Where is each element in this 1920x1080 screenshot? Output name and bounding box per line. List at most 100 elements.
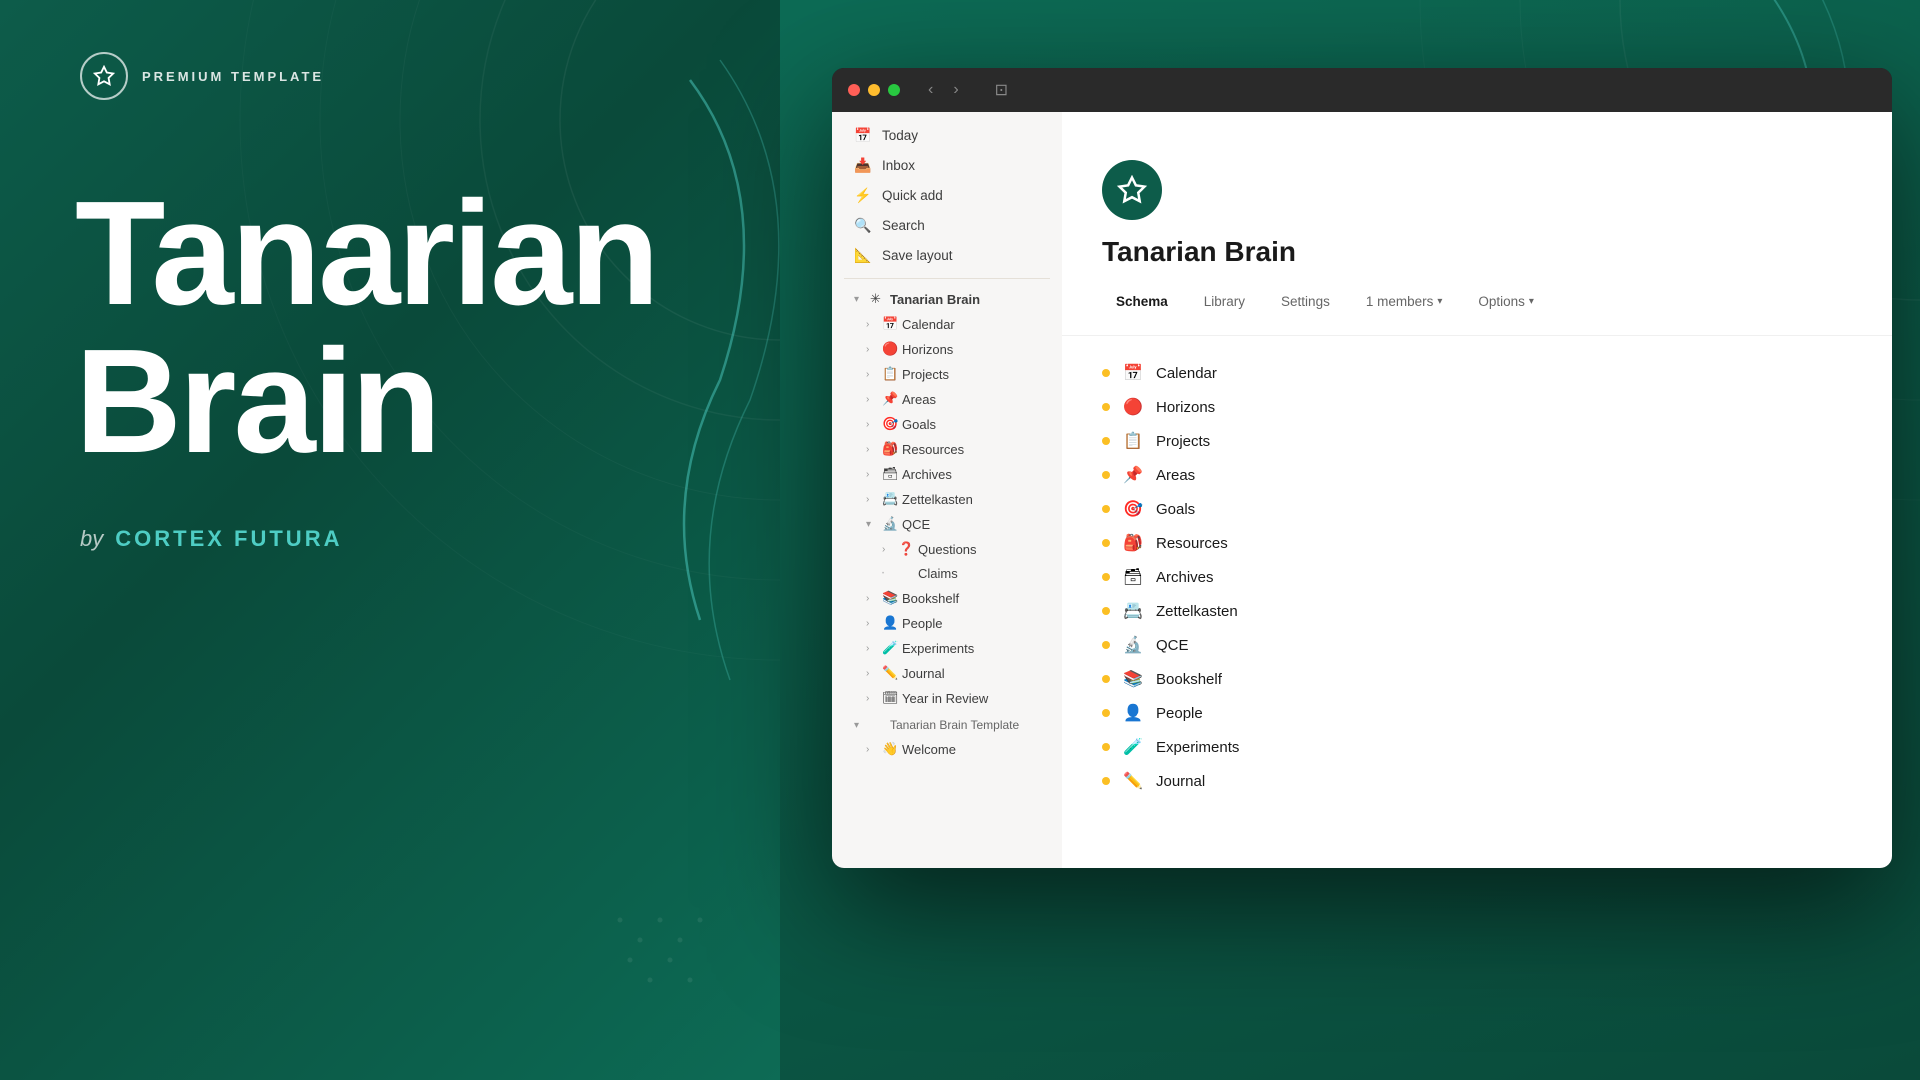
sidebar-toggle-button[interactable]: ⊡ bbox=[995, 80, 1008, 100]
archives-emoji: 🗃 bbox=[882, 466, 902, 482]
list-item-experiments[interactable]: 🧪 Experiments bbox=[1102, 730, 1852, 764]
people-label: People bbox=[902, 616, 1046, 631]
workspace-name: Tanarian Brain bbox=[1102, 236, 1852, 268]
chevron-yearinreview: › bbox=[866, 693, 882, 704]
journal-label: Journal bbox=[902, 666, 1046, 681]
tab-library[interactable]: Library bbox=[1190, 288, 1259, 315]
areas-label: Areas bbox=[902, 392, 1046, 407]
bullet-people bbox=[1102, 709, 1110, 717]
tree-item-bookshelf[interactable]: › 📚 Bookshelf bbox=[838, 586, 1056, 610]
options-button[interactable]: Options ▾ bbox=[1464, 288, 1548, 315]
list-item-qce[interactable]: 🔬 QCE bbox=[1102, 628, 1852, 662]
tree-item-qce[interactable]: ▾ 🔬 QCE bbox=[838, 512, 1056, 536]
name-projects: Projects bbox=[1156, 433, 1210, 450]
list-item-resources[interactable]: 🎒 Resources bbox=[1102, 526, 1852, 560]
list-item-calendar[interactable]: 📅 Calendar bbox=[1102, 356, 1852, 390]
quickadd-label: Quick add bbox=[882, 188, 943, 203]
bullet-calendar bbox=[1102, 369, 1110, 377]
yearinreview-label: Year in Review bbox=[902, 691, 1046, 706]
questions-emoji: ❓ bbox=[898, 541, 918, 557]
calendar-label: Calendar bbox=[902, 317, 1046, 332]
list-item-goals[interactable]: 🎯 Goals bbox=[1102, 492, 1852, 526]
badge-text: PREMIUM TEMPLATE bbox=[142, 69, 324, 84]
tab-schema[interactable]: Schema bbox=[1102, 288, 1182, 315]
tree-item-archives[interactable]: › 🗃 Archives bbox=[838, 462, 1056, 486]
list-item-zettelkasten[interactable]: 📇 Zettelkasten bbox=[1102, 594, 1852, 628]
sidebar-nav-savelayout[interactable]: 📐 Save layout bbox=[838, 241, 1056, 270]
bullet-projects bbox=[1102, 437, 1110, 445]
name-calendar: Calendar bbox=[1156, 365, 1217, 382]
traffic-light-yellow[interactable] bbox=[868, 84, 880, 96]
list-item-archives[interactable]: 🗃 Archives bbox=[1102, 560, 1852, 594]
chevron-welcome: › bbox=[866, 744, 882, 755]
list-item-bookshelf[interactable]: 📚 Bookshelf bbox=[1102, 662, 1852, 696]
today-label: Today bbox=[882, 128, 918, 143]
tree-item-areas[interactable]: › 📌 Areas bbox=[838, 387, 1056, 411]
tree-item-experiments[interactable]: › 🧪 Experiments bbox=[838, 636, 1056, 660]
name-zettelkasten: Zettelkasten bbox=[1156, 603, 1238, 620]
chevron-template: ▾ bbox=[854, 720, 870, 731]
inbox-label: Inbox bbox=[882, 158, 915, 173]
tree-item-questions[interactable]: › ❓ Questions bbox=[838, 537, 1056, 561]
chevron-qce: ▾ bbox=[866, 519, 882, 530]
tree-item-workspace[interactable]: ▾ ✳ Tanarian Brain bbox=[838, 287, 1056, 311]
back-button[interactable]: ‹ bbox=[928, 81, 933, 99]
icon-journal: ✏️ bbox=[1122, 771, 1144, 791]
name-experiments: Experiments bbox=[1156, 739, 1239, 756]
chevron-people: › bbox=[866, 618, 882, 629]
chevron-projects: › bbox=[866, 369, 882, 380]
icon-calendar: 📅 bbox=[1122, 363, 1144, 383]
icon-qce: 🔬 bbox=[1122, 635, 1144, 655]
welcome-emoji: 👋 bbox=[882, 741, 902, 757]
chevron-goals: › bbox=[866, 419, 882, 430]
sidebar-nav-today[interactable]: 📅 Today bbox=[838, 121, 1056, 150]
traffic-light-green[interactable] bbox=[888, 84, 900, 96]
tree-item-people[interactable]: › 👤 People bbox=[838, 611, 1056, 635]
list-item-people[interactable]: 👤 People bbox=[1102, 696, 1852, 730]
tree-item-resources[interactable]: › 🎒 Resources bbox=[838, 437, 1056, 461]
chevron-archives: › bbox=[866, 469, 882, 480]
sidebar-nav-quickadd[interactable]: ⚡ Quick add bbox=[838, 181, 1056, 210]
tree-item-yearinreview[interactable]: › 🗓 Year in Review bbox=[838, 686, 1056, 710]
tab-settings[interactable]: Settings bbox=[1267, 288, 1344, 315]
tree-item-welcome[interactable]: › 👋 Welcome bbox=[838, 737, 1056, 761]
tree-item-journal[interactable]: › ✏️ Journal bbox=[838, 661, 1056, 685]
icon-areas: 📌 bbox=[1122, 465, 1144, 485]
archives-label: Archives bbox=[902, 467, 1046, 482]
bullet-resources bbox=[1102, 539, 1110, 547]
chevron-questions: › bbox=[882, 544, 898, 555]
goals-emoji: 🎯 bbox=[882, 416, 902, 432]
tree-item-calendar[interactable]: › 📅 Calendar bbox=[838, 312, 1056, 336]
tree-item-horizons[interactable]: › 🔴 Horizons bbox=[838, 337, 1056, 361]
questions-label: Questions bbox=[918, 542, 1046, 557]
tree-item-zettelkasten[interactable]: › 📇 Zettelkasten bbox=[838, 487, 1056, 511]
tree-item-claims[interactable]: • Claims bbox=[838, 562, 1056, 585]
app-body: 📅 Today 📥 Inbox ⚡ Quick add 🔍 Search 📐 bbox=[832, 112, 1892, 868]
bullet-areas bbox=[1102, 471, 1110, 479]
main-title: Tanarian Brain bbox=[0, 100, 780, 476]
traffic-light-red[interactable] bbox=[848, 84, 860, 96]
journal-emoji: ✏️ bbox=[882, 665, 902, 681]
members-button[interactable]: 1 members ▾ bbox=[1352, 288, 1457, 315]
list-item-horizons[interactable]: 🔴 Horizons bbox=[1102, 390, 1852, 424]
title-bar: ‹ › ⊡ bbox=[832, 68, 1892, 112]
tree-item-goals[interactable]: › 🎯 Goals bbox=[838, 412, 1056, 436]
tree-item-template[interactable]: ▾ Tanarian Brain Template bbox=[838, 714, 1056, 736]
template-label: Tanarian Brain Template bbox=[890, 718, 1046, 732]
sidebar-nav-inbox[interactable]: 📥 Inbox bbox=[838, 151, 1056, 180]
list-item-projects[interactable]: 📋 Projects bbox=[1102, 424, 1852, 458]
list-item-areas[interactable]: 📌 Areas bbox=[1102, 458, 1852, 492]
list-item-journal[interactable]: ✏️ Journal bbox=[1102, 764, 1852, 798]
name-areas: Areas bbox=[1156, 467, 1195, 484]
quickadd-icon: ⚡ bbox=[854, 187, 872, 204]
forward-button[interactable]: › bbox=[953, 81, 958, 99]
icon-bookshelf: 📚 bbox=[1122, 669, 1144, 689]
tree-item-projects[interactable]: › 📋 Projects bbox=[838, 362, 1056, 386]
bullet-zettelkasten bbox=[1102, 607, 1110, 615]
icon-experiments: 🧪 bbox=[1122, 737, 1144, 757]
bookshelf-emoji: 📚 bbox=[882, 590, 902, 606]
zettelkasten-emoji: 📇 bbox=[882, 491, 902, 507]
experiments-label: Experiments bbox=[902, 641, 1046, 656]
sidebar-nav-search[interactable]: 🔍 Search bbox=[838, 211, 1056, 240]
premium-badge: PREMIUM TEMPLATE bbox=[0, 0, 780, 100]
